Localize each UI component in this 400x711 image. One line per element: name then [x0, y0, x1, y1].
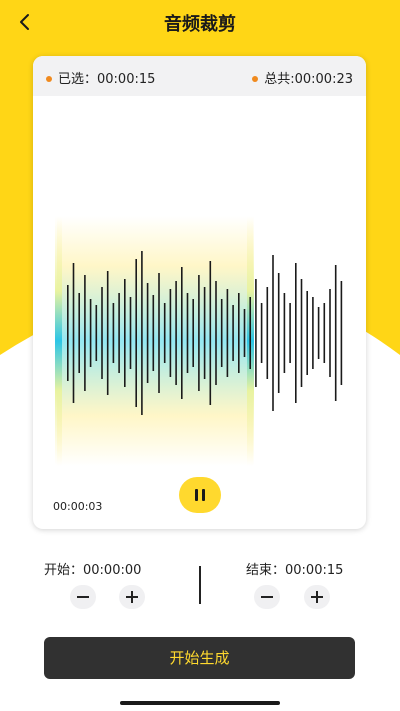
waveform-bar [78, 293, 80, 373]
pause-button[interactable] [179, 477, 221, 513]
divider [199, 566, 201, 604]
orange-dot-icon [252, 75, 259, 82]
waveform-bar [84, 275, 86, 391]
selected-duration: 已选：00:00:15 [46, 68, 155, 87]
waveform-bar [129, 297, 132, 369]
waveform-bar [118, 293, 120, 373]
pause-icon [195, 489, 198, 501]
start-generate-button[interactable]: 开始生成 [44, 637, 355, 679]
audio-card: 已选：00:00:15 总共:00:00:23 00:00:03 [33, 56, 366, 529]
waveform-bar [169, 289, 172, 377]
waveform-bar [226, 289, 229, 377]
minus-icon [261, 596, 273, 598]
card-header: 已选：00:00:15 总共:00:00:23 [33, 56, 366, 96]
waveform-bar [163, 303, 166, 363]
waveform-bar [220, 299, 223, 367]
waveform-bar [101, 287, 103, 379]
waveform-bar [72, 263, 75, 403]
waveform-bar [249, 297, 251, 369]
waveform-bar [289, 303, 291, 363]
waveform-bar [317, 307, 320, 359]
waveform-bar [95, 305, 98, 361]
end-decrease-button[interactable] [254, 585, 280, 609]
start-time-label: 开始：00:00:00 [44, 563, 142, 578]
waveform-bar [106, 271, 109, 395]
waveform-bar [300, 279, 303, 387]
waveform-bar [209, 261, 212, 405]
waveform-bar [277, 273, 280, 393]
waveform-bar [175, 281, 177, 385]
home-indicator [120, 701, 280, 705]
page-title: 音频裁剪 [164, 14, 236, 35]
waveform-bar [255, 279, 257, 387]
selection-start-handle[interactable] [55, 216, 62, 466]
end-time-label: 结束：00:00:15 [246, 563, 344, 578]
waveform-bar [141, 251, 143, 415]
waveform-bar [295, 263, 297, 403]
navigation-bar: 音频裁剪 [0, 0, 400, 44]
waveform-bar [146, 283, 149, 383]
waveform-bar [124, 279, 126, 387]
waveform-bar [329, 289, 331, 377]
waveform-bar [158, 273, 160, 393]
waveform-bar [135, 259, 137, 407]
waveform-bar [152, 295, 155, 371]
waveform-bar [181, 267, 183, 399]
waveform-bar [272, 255, 274, 411]
current-time: 00:00:03 [53, 500, 103, 513]
waveform-bar [312, 297, 314, 369]
waveform-bar [112, 303, 115, 363]
end-increase-button[interactable] [304, 585, 330, 609]
waveform-bar [186, 293, 189, 373]
waveform-bar [260, 303, 263, 363]
waveform-bar [232, 305, 234, 361]
waveform-bar [306, 291, 308, 375]
total-duration: 总共:00:00:23 [252, 68, 353, 87]
waveform-bar [340, 281, 343, 385]
waveform-bar [198, 275, 200, 391]
minus-icon [77, 596, 89, 598]
waveform-bar [67, 285, 69, 381]
waveform-bar [266, 287, 269, 379]
waveform-bar [215, 281, 217, 385]
start-increase-button[interactable] [119, 585, 145, 609]
selection-region [57, 216, 253, 466]
orange-dot-icon [46, 75, 52, 82]
waveform-bar [203, 287, 206, 379]
waveform-bar [334, 265, 337, 401]
start-decrease-button[interactable] [70, 585, 96, 609]
waveform-bar [283, 293, 286, 373]
waveform[interactable] [33, 96, 366, 496]
waveform-bar [243, 309, 246, 357]
waveform-bar [323, 303, 326, 363]
waveform-bar [238, 293, 240, 373]
waveform-bar [89, 299, 92, 367]
waveform-bar [192, 299, 194, 367]
